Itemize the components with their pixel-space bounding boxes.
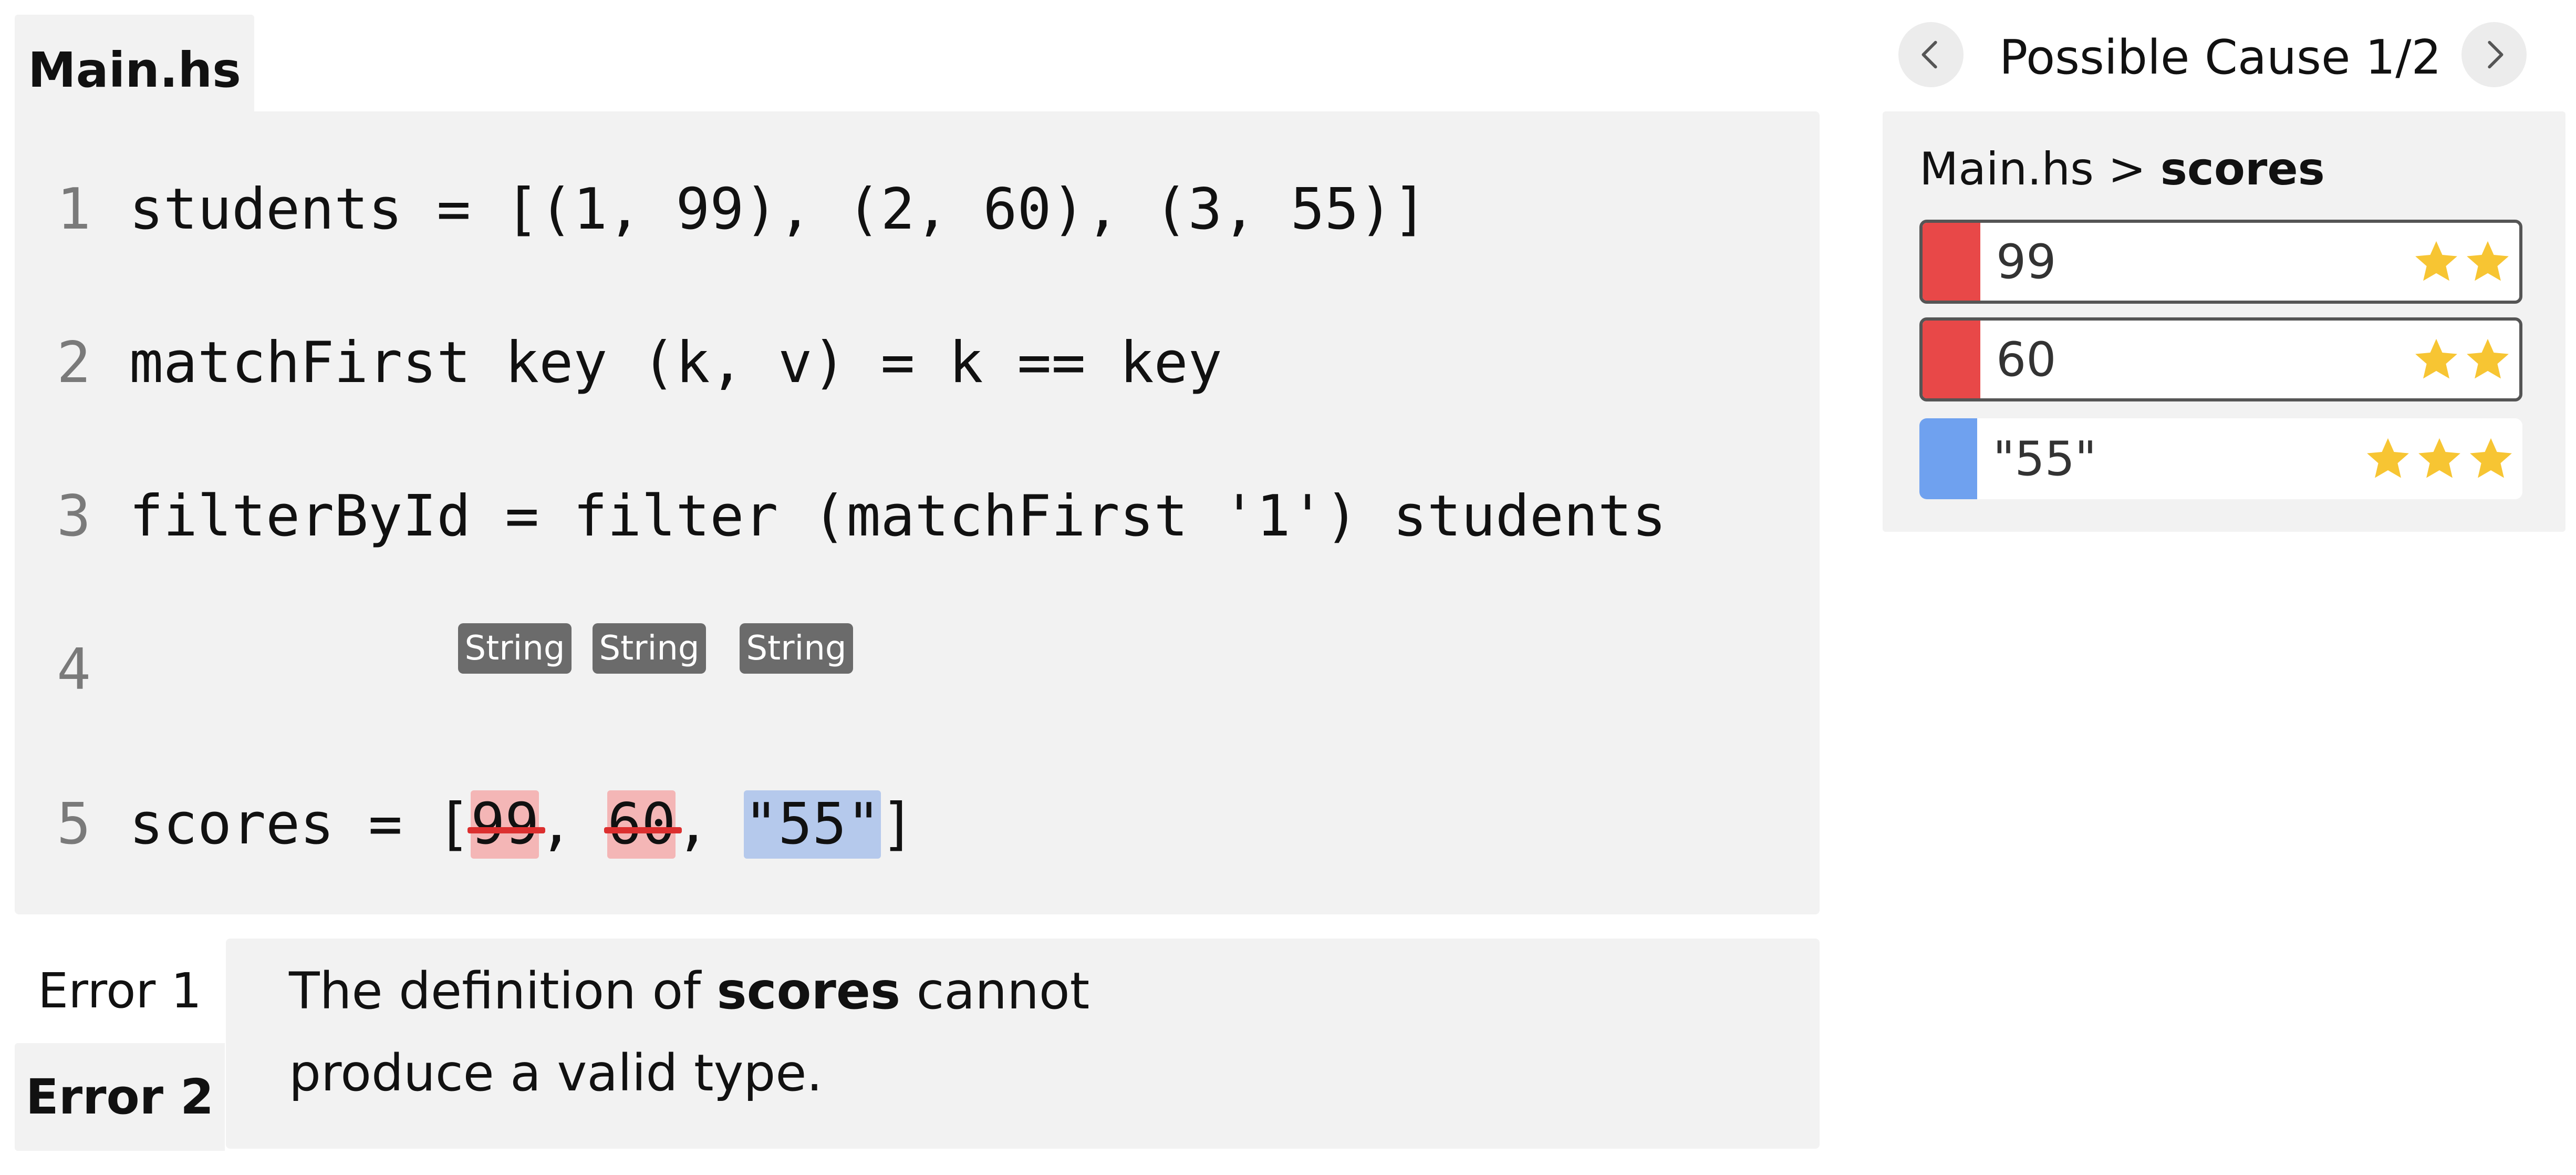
cause-color-bar bbox=[1923, 321, 1980, 398]
prev-cause-button[interactable] bbox=[1898, 22, 1964, 87]
line-number: 1 bbox=[57, 177, 91, 242]
type-badge: String bbox=[593, 623, 706, 674]
file-tab-main[interactable]: Main.hs bbox=[15, 15, 254, 115]
error-token-60[interactable]: 60 bbox=[604, 790, 682, 859]
code-line: students = [(1, 99), (2, 60), (3, 55)] bbox=[129, 177, 1427, 242]
cause-item[interactable]: 60 bbox=[1919, 317, 2522, 401]
star-icon bbox=[2415, 338, 2457, 379]
star-icon bbox=[2367, 438, 2409, 478]
type-badge: String bbox=[740, 623, 853, 674]
breadcrumb-file[interactable]: Main.hs bbox=[1919, 143, 2094, 195]
cause-token-55[interactable]: "55" bbox=[744, 790, 881, 859]
error-token-99[interactable]: 99 bbox=[468, 790, 546, 859]
chevron-right-icon bbox=[2488, 40, 2504, 69]
error-symbol: scores bbox=[716, 962, 901, 1021]
star-icon bbox=[2467, 338, 2509, 379]
code-text: ] bbox=[880, 791, 915, 857]
tab-error-2-label: Error 2 bbox=[25, 1069, 214, 1125]
cause-item[interactable]: 99 bbox=[1919, 220, 2522, 304]
error-message-line-2: produce a valid type. bbox=[289, 1044, 823, 1102]
code-editor[interactable]: 1 students = [(1, 99), (2, 60), (3, 55)]… bbox=[15, 111, 1820, 914]
cause-value: 99 bbox=[1996, 234, 2056, 290]
chevron-left-icon bbox=[1921, 40, 1937, 69]
line-number: 5 bbox=[57, 791, 91, 857]
file-tab-label: Main.hs bbox=[28, 42, 241, 98]
tab-error-1-label: Error 1 bbox=[37, 962, 202, 1019]
code-text: scores = [ bbox=[129, 791, 471, 857]
tab-error-1[interactable]: Error 1 bbox=[15, 941, 225, 1040]
cause-value: "55" bbox=[1993, 431, 2097, 487]
code-separator: , bbox=[676, 791, 744, 857]
breadcrumb-symbol[interactable]: scores bbox=[2160, 143, 2325, 195]
error-text: cannot bbox=[900, 962, 1090, 1021]
cause-item[interactable]: "55" bbox=[1919, 418, 2522, 499]
breadcrumb-separator: > bbox=[2093, 143, 2160, 195]
star-icon bbox=[2415, 241, 2457, 281]
line-number: 2 bbox=[57, 330, 91, 396]
star-icon bbox=[2467, 241, 2509, 281]
next-cause-button[interactable] bbox=[2461, 22, 2527, 87]
code-line: filterById = filter (matchFirst '1') stu… bbox=[129, 483, 1666, 549]
type-badge: String bbox=[458, 623, 572, 674]
breadcrumb: Main.hs > scores bbox=[1919, 143, 2325, 195]
line-number: 4 bbox=[57, 637, 91, 703]
cause-color-bar bbox=[1919, 418, 1977, 499]
code-separator: , bbox=[539, 791, 608, 857]
error-text: The definition of bbox=[289, 962, 717, 1021]
star-icon bbox=[2418, 438, 2460, 478]
code-line-scores: scores = [99, 60, "55"] bbox=[129, 790, 915, 859]
cause-rating bbox=[2364, 418, 2515, 499]
cause-rating bbox=[2412, 223, 2512, 301]
line-number: 3 bbox=[57, 483, 91, 549]
cause-color-bar bbox=[1923, 223, 1980, 301]
cause-value: 60 bbox=[1996, 332, 2056, 387]
cause-title: Possible Cause 1/2 bbox=[1999, 30, 2442, 85]
tab-error-2[interactable]: Error 2 bbox=[15, 1043, 225, 1151]
error-message-line-1: The definition of scores cannot bbox=[289, 962, 1089, 1021]
cause-rating bbox=[2412, 321, 2512, 398]
cause-panel: Main.hs > scores 99 60 "55" bbox=[1883, 111, 2565, 532]
code-line: matchFirst key (k, v) = k == key bbox=[129, 330, 1222, 396]
star-icon bbox=[2470, 438, 2512, 478]
error-message-panel: The definition of scores cannot produce … bbox=[226, 939, 1820, 1149]
